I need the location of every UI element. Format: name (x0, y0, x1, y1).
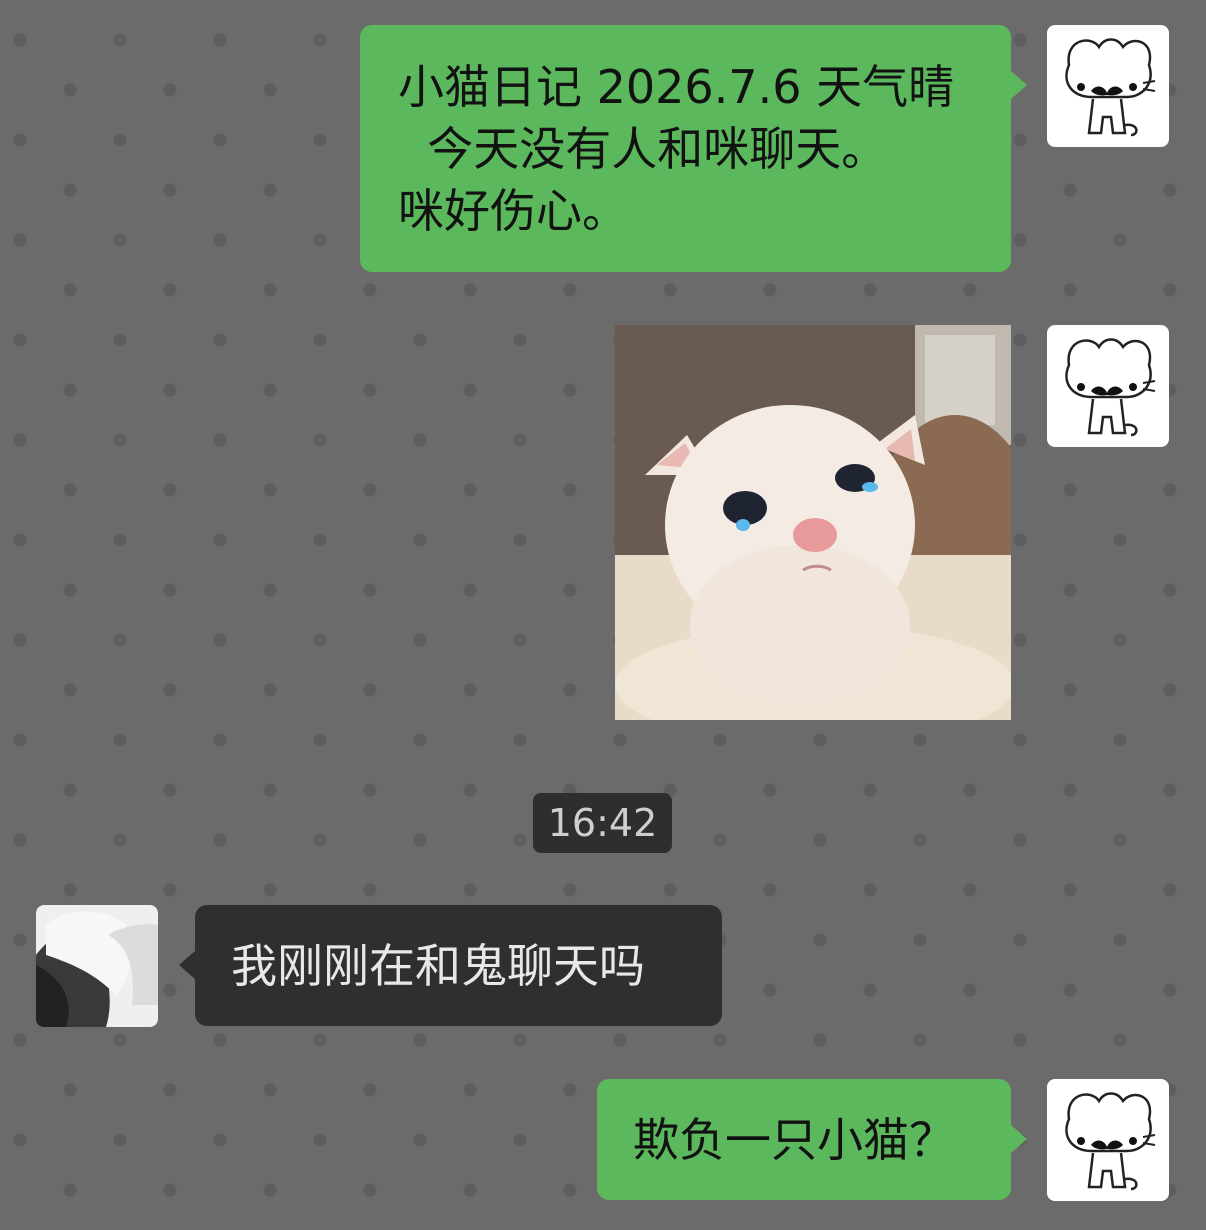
kitten-image (615, 325, 1011, 720)
grayscale-person-icon (36, 905, 158, 1027)
mustache-cat-icon (1065, 338, 1156, 437)
contact-avatar[interactable] (36, 905, 158, 1027)
message-bubble-ghost[interactable]: 我刚刚在和鬼聊天吗 (179, 905, 722, 1026)
message-line: 咪好伤心。 (398, 184, 628, 238)
mustache-cat-icon (1065, 1092, 1156, 1191)
message-bubble-kitten[interactable]: 欺负一只小猫？ (597, 1079, 1027, 1200)
message-line: 今天没有人和咪聊天。 (398, 122, 888, 176)
my-avatar[interactable] (1047, 325, 1169, 447)
message-bubble-diary[interactable]: 小猫日记 2026.7.6 天气晴 今天没有人和咪聊天。 咪好伤心。 (360, 25, 1027, 272)
message-text: 欺负一只小猫？ (633, 1113, 955, 1167)
mustache-cat-icon (1065, 38, 1156, 137)
my-avatar[interactable] (1047, 25, 1169, 147)
my-avatar[interactable] (1047, 1079, 1169, 1201)
message-timestamp: 16:42 (533, 793, 672, 853)
crying-kitten-photo[interactable] (615, 325, 1011, 720)
message-text: 我刚刚在和鬼聊天吗 (231, 939, 645, 993)
chat-area[interactable]: 小猫日记 2026.7.6 天气晴 今天没有人和咪聊天。 咪好伤心。 16:42… (0, 0, 1206, 1230)
message-line: 小猫日记 2026.7.6 天气晴 (398, 60, 955, 114)
